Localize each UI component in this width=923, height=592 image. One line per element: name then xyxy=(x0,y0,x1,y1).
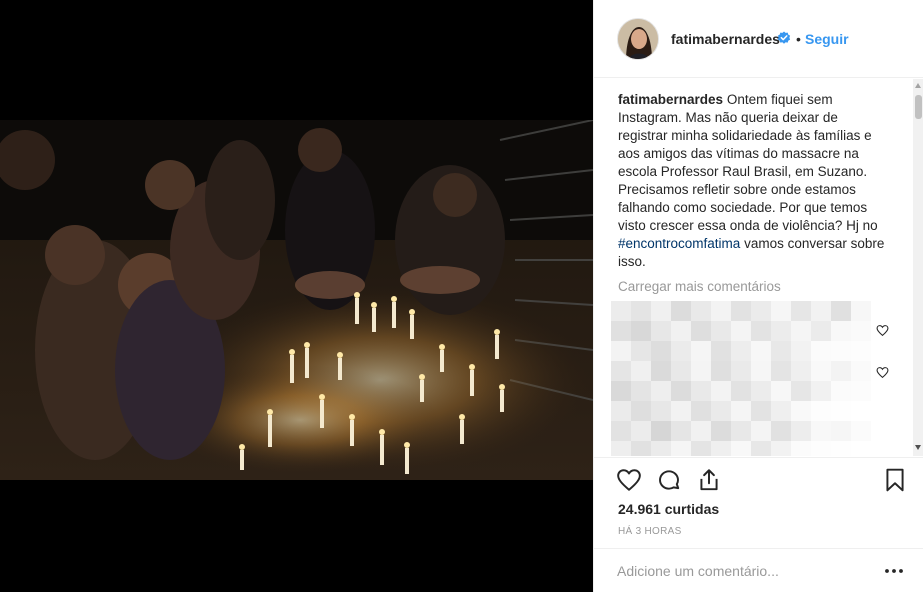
post-actions-bar xyxy=(594,457,923,507)
comment-like-heart-icon[interactable] xyxy=(876,366,889,379)
post-timestamp[interactable]: HÁ 3 HORAS xyxy=(618,526,682,537)
verified-badge-icon xyxy=(777,31,791,45)
more-options-icon[interactable] xyxy=(884,562,904,580)
bookmark-icon[interactable] xyxy=(882,467,908,493)
post-caption: fatimabernardes Ontem fiquei sem Instagr… xyxy=(618,91,888,271)
scrollbar-thumb[interactable] xyxy=(915,95,922,119)
heart-icon[interactable] xyxy=(616,467,642,493)
scroll-down-arrow-icon[interactable] xyxy=(915,445,921,450)
avatar[interactable] xyxy=(617,18,659,60)
load-more-comments-button[interactable]: Carregar mais comentários xyxy=(618,279,781,294)
likes-count[interactable]: 24.961 curtidas xyxy=(618,501,719,517)
comments-section[interactable]: fatimabernardes Ontem fiquei sem Instagr… xyxy=(594,79,923,456)
caption-hashtag[interactable]: #encontrocomfatima xyxy=(618,236,740,251)
add-comment-bar xyxy=(594,548,923,592)
post-media-area xyxy=(0,0,593,592)
avatar-image xyxy=(618,19,658,59)
caption-username[interactable]: fatimabernardes xyxy=(618,92,723,107)
caption-text: Ontem fiquei sem Instagram. Mas não quer… xyxy=(618,92,878,233)
post-header: fatimabernardes • Seguir xyxy=(594,0,923,78)
add-comment-input[interactable] xyxy=(617,561,857,581)
pixelated-comments-image xyxy=(611,301,871,456)
scroll-up-arrow-icon[interactable] xyxy=(915,83,921,88)
post-details-panel: fatimabernardes • Seguir fatimabernardes… xyxy=(593,0,923,592)
comment-bubble-icon[interactable] xyxy=(656,467,682,493)
header-separator: • xyxy=(796,31,801,47)
post-photo[interactable] xyxy=(0,120,593,480)
follow-button[interactable]: Seguir xyxy=(805,31,849,47)
share-upload-icon[interactable] xyxy=(696,467,722,493)
comment-like-heart-icon[interactable] xyxy=(876,324,889,337)
blurred-comments xyxy=(611,301,891,456)
comments-scrollbar[interactable] xyxy=(913,79,923,456)
candle-vigil-photo xyxy=(0,120,593,480)
header-username[interactable]: fatimabernardes xyxy=(671,31,780,47)
